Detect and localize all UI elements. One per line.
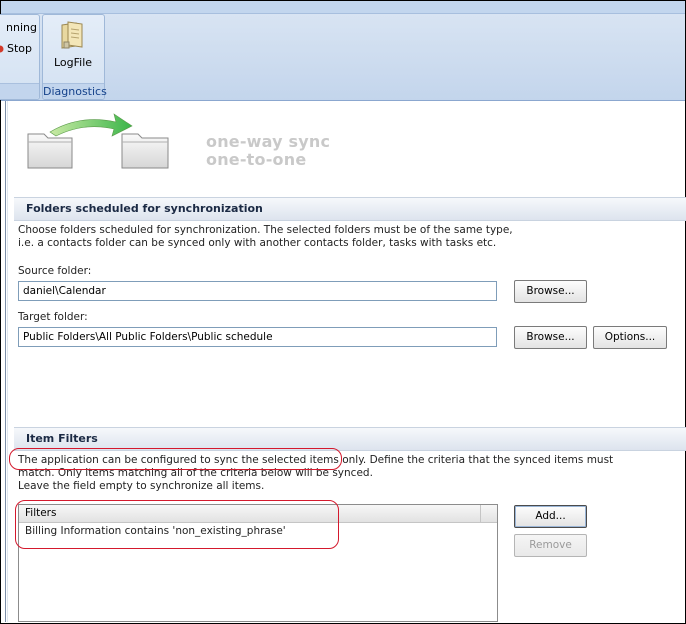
sync-arrow-icon	[49, 113, 133, 137]
logfile-icon	[61, 21, 83, 49]
filters-section-title: Item Filters	[26, 432, 98, 445]
remove-filter-button[interactable]: Remove	[514, 534, 587, 557]
stop-button[interactable]: Stop	[0, 42, 36, 56]
ribbon-group-service-label	[0, 83, 39, 99]
ribbon-tab-strip	[1, 1, 685, 14]
stop-icon	[0, 45, 4, 53]
target-options-button[interactable]: Options...	[593, 326, 667, 349]
source-browse-button[interactable]: Browse...	[514, 280, 587, 303]
folders-description-line2: i.e. a contacts folder can be synced onl…	[18, 237, 497, 249]
target-folder-icon	[121, 133, 169, 169]
header-sync-mode: one-way sync	[206, 132, 331, 151]
logfile-button[interactable]: LogFile	[48, 18, 96, 70]
target-folder-value: Public Folders\All Public Folders\Public…	[23, 331, 273, 343]
target-folder-label: Target folder:	[18, 311, 88, 323]
folders-description-line1: Choose folders scheduled for synchroniza…	[18, 224, 513, 236]
logfile-label: LogFile	[54, 56, 93, 69]
source-folder-field[interactable]: daniel\Calendar	[18, 281, 497, 301]
folders-section-bar: Folders scheduled for synchronization	[14, 197, 686, 221]
target-folder-field[interactable]: Public Folders\All Public Folders\Public…	[18, 327, 497, 347]
source-folder-value: daniel\Calendar	[23, 285, 106, 297]
diagnostics-group-label: Diagnostics	[43, 83, 107, 99]
annotation-highlight-filter-list	[15, 500, 339, 549]
filters-description-line3: Leave the field empty to synchronize all…	[18, 480, 265, 492]
source-folder-icon	[27, 133, 73, 169]
header-sync-direction: one-to-one	[206, 150, 307, 169]
content-left-border-inner	[7, 101, 8, 622]
folders-section-title: Folders scheduled for synchronization	[26, 202, 263, 215]
running-button[interactable]: nning	[1, 21, 37, 34]
source-folder-label: Source folder:	[18, 265, 92, 277]
annotation-highlight-description	[9, 448, 342, 470]
add-filter-button[interactable]: Add...	[514, 505, 587, 528]
stop-label: Stop	[7, 42, 33, 55]
sync-header-graphic	[27, 113, 169, 169]
target-browse-button[interactable]: Browse...	[514, 326, 587, 349]
content-left-border	[5, 101, 6, 622]
running-label: nning	[6, 21, 37, 34]
